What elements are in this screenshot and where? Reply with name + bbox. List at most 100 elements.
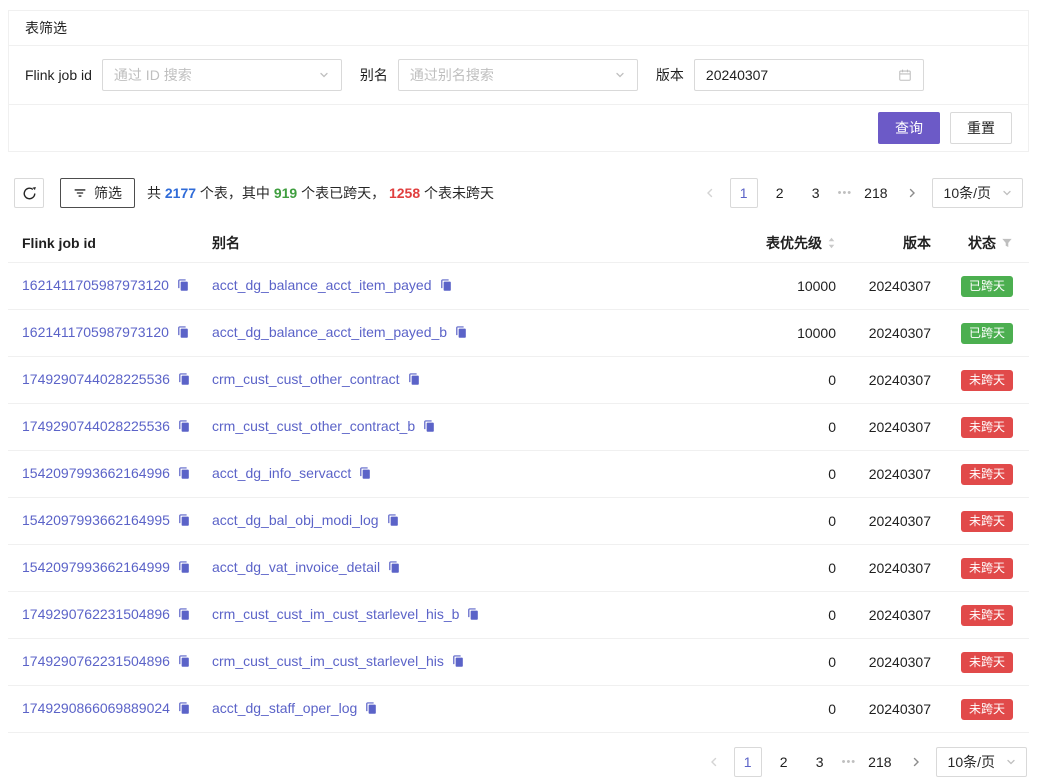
chevron-down-icon — [318, 69, 330, 81]
alias-label: 别名 — [360, 65, 388, 85]
pagination-page-2[interactable]: 2 — [770, 747, 798, 777]
tables-table: Flink job id 别名 表优先级 版本 状态 — [8, 224, 1029, 733]
query-button[interactable]: 查询 — [878, 112, 940, 144]
column-header-version: 版本 — [844, 224, 939, 263]
column-label: 状态 — [968, 233, 996, 253]
column-header-priority[interactable]: 表优先级 — [694, 224, 844, 263]
copy-icon[interactable] — [454, 324, 468, 344]
alias-link[interactable]: crm_cust_cust_other_contract — [212, 371, 400, 387]
filter-toggle-label: 筛选 — [94, 183, 122, 203]
status-cell: 已跨天 — [939, 263, 1029, 310]
alias-select[interactable]: 通过别名搜索 — [398, 59, 638, 91]
copy-icon[interactable] — [466, 606, 480, 626]
copy-icon[interactable] — [364, 700, 378, 720]
reset-button[interactable]: 重置 — [950, 112, 1012, 144]
pagination-page-3[interactable]: 3 — [806, 747, 834, 777]
filter-item-alias: 别名 通过别名搜索 — [360, 59, 638, 91]
column-header-alias: 别名 — [204, 224, 694, 263]
calendar-icon — [898, 68, 912, 82]
pagination-page-3[interactable]: 3 — [802, 178, 830, 208]
status-badge: 已跨天 — [961, 276, 1013, 297]
pagination-page-2[interactable]: 2 — [766, 178, 794, 208]
pagination-prev-button[interactable] — [698, 178, 722, 208]
job-id-link[interactable]: 1749290866069889024 — [22, 700, 170, 716]
job-id-link[interactable]: 1749290762231504896 — [22, 653, 170, 669]
column-header-status: 状态 — [939, 224, 1029, 263]
copy-icon[interactable] — [358, 465, 372, 485]
table-row: 1749290744028225536 crm_cust_cust_other_c… — [8, 357, 1029, 404]
pagination-ellipsis[interactable]: ••• — [842, 747, 857, 777]
status-cell: 未跨天 — [939, 592, 1029, 639]
version-cell: 20240307 — [844, 686, 939, 733]
copy-icon[interactable] — [451, 653, 465, 673]
job-id-link[interactable]: 1749290744028225536 — [22, 418, 170, 434]
version-cell: 20240307 — [844, 592, 939, 639]
copy-icon[interactable] — [177, 559, 191, 579]
copy-icon[interactable] — [176, 324, 190, 344]
column-label: Flink job id — [22, 235, 96, 251]
filter-toggle-button[interactable]: 筛选 — [60, 178, 135, 208]
page-size-label: 10条/页 — [944, 183, 991, 203]
pagination-page-last[interactable]: 218 — [864, 747, 895, 777]
copy-icon[interactable] — [177, 606, 191, 626]
copy-icon[interactable] — [439, 277, 453, 297]
pagination-page-1[interactable]: 1 — [734, 747, 762, 777]
copy-icon[interactable] — [177, 512, 191, 532]
flink-job-id-select[interactable]: 通过 ID 搜索 — [102, 59, 342, 91]
job-id-link[interactable]: 1749290744028225536 — [22, 371, 170, 387]
copy-icon[interactable] — [177, 653, 191, 673]
job-id-link[interactable]: 1621411705987973120 — [22, 324, 169, 340]
alias-link[interactable]: acct_dg_vat_invoice_detail — [212, 559, 380, 575]
copy-icon[interactable] — [386, 512, 400, 532]
copy-icon[interactable] — [177, 700, 191, 720]
alias-placeholder: 通过别名搜索 — [410, 65, 494, 85]
summary-text: 个表已跨天， — [297, 185, 389, 201]
copy-icon[interactable] — [177, 465, 191, 485]
alias-link[interactable]: acct_dg_balance_acct_item_payed — [212, 277, 432, 293]
status-badge: 未跨天 — [961, 370, 1013, 391]
page-size-select[interactable]: 10条/页 — [936, 747, 1027, 777]
job-id-link[interactable]: 1749290762231504896 — [22, 606, 170, 622]
copy-icon[interactable] — [176, 277, 190, 297]
version-datepicker[interactable]: 20240307 — [694, 59, 924, 91]
filter-item-version: 版本 20240307 — [656, 59, 924, 91]
copy-icon[interactable] — [407, 371, 421, 391]
job-id-link[interactable]: 1542097993662164995 — [22, 512, 170, 528]
sorter-icon[interactable] — [827, 236, 836, 250]
pagination-ellipsis[interactable]: ••• — [838, 178, 853, 208]
filter-lines-icon — [73, 186, 87, 200]
summary-text: 共 — [147, 185, 165, 201]
pagination-next-button[interactable] — [904, 747, 928, 777]
refresh-button[interactable] — [14, 178, 44, 208]
alias-link[interactable]: acct_dg_balance_acct_item_payed_b — [212, 324, 447, 340]
alias-link[interactable]: acct_dg_staff_oper_log — [212, 700, 357, 716]
alias-link[interactable]: crm_cust_cust_other_contract_b — [212, 418, 415, 434]
copy-icon[interactable] — [177, 418, 191, 438]
alias-link[interactable]: crm_cust_cust_im_cust_starlevel_his_b — [212, 606, 459, 622]
status-cell: 已跨天 — [939, 310, 1029, 357]
copy-icon[interactable] — [177, 371, 191, 391]
job-id-cell: 1749290762231504896 — [8, 639, 204, 686]
version-cell: 20240307 — [844, 451, 939, 498]
job-id-cell: 1542097993662164995 — [8, 498, 204, 545]
job-id-link[interactable]: 1621411705987973120 — [22, 277, 169, 293]
job-id-link[interactable]: 1542097993662164996 — [22, 465, 170, 481]
pagination-prev-button[interactable] — [702, 747, 726, 777]
alias-link[interactable]: acct_dg_bal_obj_modi_log — [212, 512, 379, 528]
status-badge: 未跨天 — [961, 417, 1013, 438]
alias-link[interactable]: acct_dg_info_servacct — [212, 465, 351, 481]
filter-funnel-icon[interactable] — [1001, 237, 1013, 249]
pagination-next-button[interactable] — [900, 178, 924, 208]
pagination-page-1[interactable]: 1 — [730, 178, 758, 208]
job-id-cell: 1542097993662164996 — [8, 451, 204, 498]
alias-link[interactable]: crm_cust_cust_im_cust_starlevel_his — [212, 653, 444, 669]
status-badge: 未跨天 — [961, 699, 1013, 720]
status-badge: 未跨天 — [961, 511, 1013, 532]
copy-icon[interactable] — [387, 559, 401, 579]
copy-icon[interactable] — [422, 418, 436, 438]
pagination-page-last[interactable]: 218 — [860, 178, 891, 208]
alias-cell: acct_dg_balance_acct_item_payed_b — [204, 310, 694, 357]
page-size-select[interactable]: 10条/页 — [932, 178, 1023, 208]
column-label: 版本 — [903, 235, 931, 251]
job-id-link[interactable]: 1542097993662164999 — [22, 559, 170, 575]
